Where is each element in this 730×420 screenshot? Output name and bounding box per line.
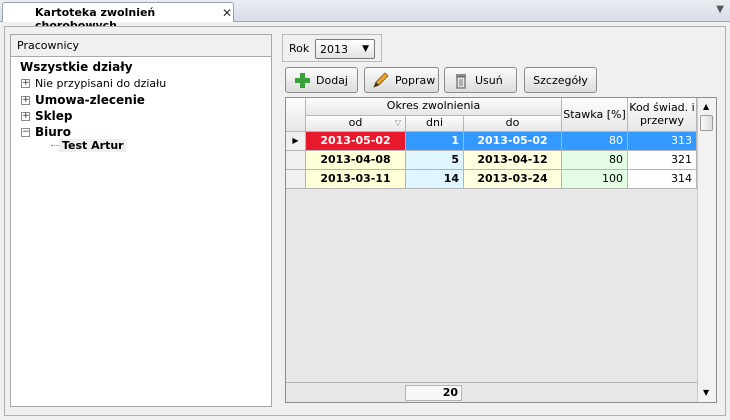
tree-leaf-employee[interactable]: Test Artur	[59, 139, 127, 152]
col-header-od-label: od	[348, 116, 363, 129]
employees-panel: Pracownicy Wszystkie działy + Nie przypi…	[10, 34, 272, 407]
scroll-down-icon[interactable]: ▼	[703, 388, 709, 397]
cell-do[interactable]: 2013-05-02	[464, 132, 562, 151]
pencil-icon	[371, 70, 391, 90]
year-value: 2013	[320, 43, 348, 56]
cell-do[interactable]: 2013-03-24	[464, 170, 562, 189]
cell-kod[interactable]: 313	[628, 132, 697, 151]
cell-od[interactable]: 2013-03-11	[306, 170, 406, 189]
cell-stawka[interactable]: 100	[562, 170, 628, 189]
tab-menu-icon[interactable]: ▼	[716, 4, 724, 15]
tree-node-label: Umowa-zlecenie	[35, 93, 145, 107]
cell-dni[interactable]: 14	[406, 170, 464, 189]
year-group: Rok 2013 ▼	[282, 34, 382, 62]
expand-icon[interactable]: +	[21, 79, 30, 88]
close-icon[interactable]: ✕	[222, 6, 232, 20]
vertical-scrollbar[interactable]: ▲ ▼	[697, 98, 716, 402]
tree-node-umowa-zlecenie[interactable]: + Umowa-zlecenie	[21, 93, 145, 107]
chevron-down-icon: ▼	[362, 44, 369, 54]
sort-desc-icon: ▽	[394, 118, 401, 127]
expand-icon[interactable]: +	[21, 95, 30, 105]
tree-node-biuro[interactable]: − Biuro	[21, 125, 71, 139]
row-indicator[interactable]	[286, 151, 306, 170]
tree-node-sklep[interactable]: + Sklep	[21, 109, 72, 123]
cell-od[interactable]: 2013-04-08	[306, 151, 406, 170]
employees-header: Pracownicy	[17, 39, 80, 52]
tab-bar: Kartoteka zwolnień chorobowych ✕ ▼	[0, 0, 730, 32]
row-indicator[interactable]: ▶	[286, 132, 306, 151]
cell-kod[interactable]: 314	[628, 170, 697, 189]
row-header-corner	[286, 98, 306, 132]
cell-od[interactable]: 2013-05-02	[306, 132, 406, 151]
details-label: Szczegóły	[533, 73, 588, 87]
col-header-kod[interactable]: Kod świad. i przerwy	[628, 98, 697, 132]
delete-button[interactable]: Usuń	[444, 67, 517, 93]
tab-kartoteka[interactable]: Kartoteka zwolnień chorobowych ✕	[2, 2, 234, 32]
expand-icon[interactable]: +	[21, 111, 30, 121]
row-indicator[interactable]	[286, 170, 306, 189]
group-header-okres: Okres zwolnienia	[306, 98, 562, 116]
details-button[interactable]: Szczegóły	[524, 67, 597, 93]
trash-icon	[451, 70, 471, 90]
edit-label: Popraw	[395, 73, 436, 87]
col-header-dni[interactable]: dni	[406, 116, 464, 132]
edit-button[interactable]: Popraw	[364, 67, 439, 93]
total-days: 20	[405, 385, 462, 401]
tree-node-label: Sklep	[35, 109, 73, 123]
plus-icon	[292, 70, 312, 90]
cell-kod[interactable]: 321	[628, 151, 697, 170]
tree-root[interactable]: Wszystkie działy	[20, 60, 133, 74]
tree-node-unassigned[interactable]: + Nie przypisani do działu	[21, 77, 166, 90]
add-label: Dodaj	[316, 73, 348, 87]
cell-stawka[interactable]: 80	[562, 151, 628, 170]
col-header-stawka[interactable]: Stawka [%]	[562, 98, 628, 132]
department-tree[interactable]: Wszystkie działy + Nie przypisani do dzi…	[11, 56, 271, 406]
scroll-up-icon[interactable]: ▲	[703, 102, 709, 111]
cell-do[interactable]: 2013-04-12	[464, 151, 562, 170]
collapse-icon[interactable]: −	[21, 127, 30, 137]
tree-connector	[51, 145, 59, 146]
tree-node-label: Nie przypisani do działu	[35, 77, 167, 90]
col-header-od[interactable]: od ▽	[306, 116, 406, 132]
cell-dni[interactable]: 1	[406, 132, 464, 151]
cell-dni[interactable]: 5	[406, 151, 464, 170]
year-label: Rok	[289, 42, 310, 55]
col-header-do[interactable]: do	[464, 116, 562, 132]
cell-stawka[interactable]: 80	[562, 132, 628, 151]
add-button[interactable]: Dodaj	[285, 67, 358, 93]
tree-node-label: Biuro	[35, 125, 71, 139]
footer-divider	[286, 382, 697, 383]
scroll-thumb[interactable]	[700, 115, 713, 131]
delete-label: Usuń	[475, 73, 503, 87]
year-select[interactable]: 2013 ▼	[315, 39, 375, 59]
sick-leave-grid[interactable]: Okres zwolnienia od ▽ dni do Stawka [%] …	[285, 97, 717, 403]
